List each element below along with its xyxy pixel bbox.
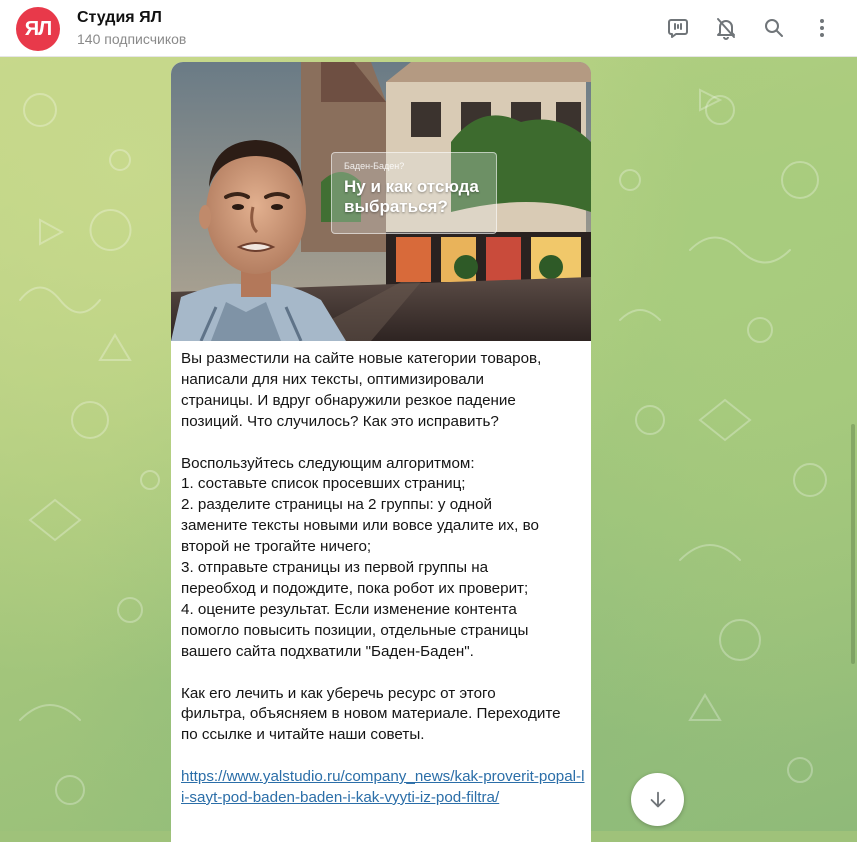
- image-small-label: Баден-Баден?: [344, 161, 405, 171]
- channel-post: Баден-Баден? Ну и как отсюда выбраться? …: [171, 62, 591, 842]
- scroll-to-bottom-button[interactable]: [631, 773, 684, 826]
- live-stream-icon: [668, 19, 688, 38]
- channel-header: ЯЛ Студия ЯЛ 140 подписчиков: [0, 0, 857, 57]
- more-vertical-icon: [820, 19, 824, 37]
- live-stream-button[interactable]: [662, 12, 694, 44]
- more-button[interactable]: [806, 12, 838, 44]
- mute-button[interactable]: [710, 12, 742, 44]
- post-image[interactable]: Баден-Баден? Ну и как отсюда выбраться?: [171, 62, 591, 341]
- arrow-down-icon: [650, 791, 665, 807]
- channel-avatar[interactable]: ЯЛ: [16, 7, 60, 51]
- channel-title[interactable]: Студия ЯЛ: [77, 9, 162, 27]
- bell-off-icon: [717, 18, 735, 40]
- image-caption-card: Баден-Баден? Ну и как отсюда выбраться?: [331, 152, 497, 234]
- chat-scrollbar[interactable]: [851, 424, 855, 664]
- image-headline: Ну и как отсюда выбраться?: [344, 177, 479, 216]
- search-icon: [765, 19, 783, 37]
- avatar-initials: ЯЛ: [24, 17, 52, 40]
- post-link[interactable]: https://www.yalstudio.ru/company_news/ka…: [181, 767, 586, 809]
- subscriber-count: 140 подписчиков: [77, 31, 187, 47]
- search-button[interactable]: [758, 12, 790, 44]
- post-text: Вы разместили на сайте новые категории т…: [181, 350, 561, 744]
